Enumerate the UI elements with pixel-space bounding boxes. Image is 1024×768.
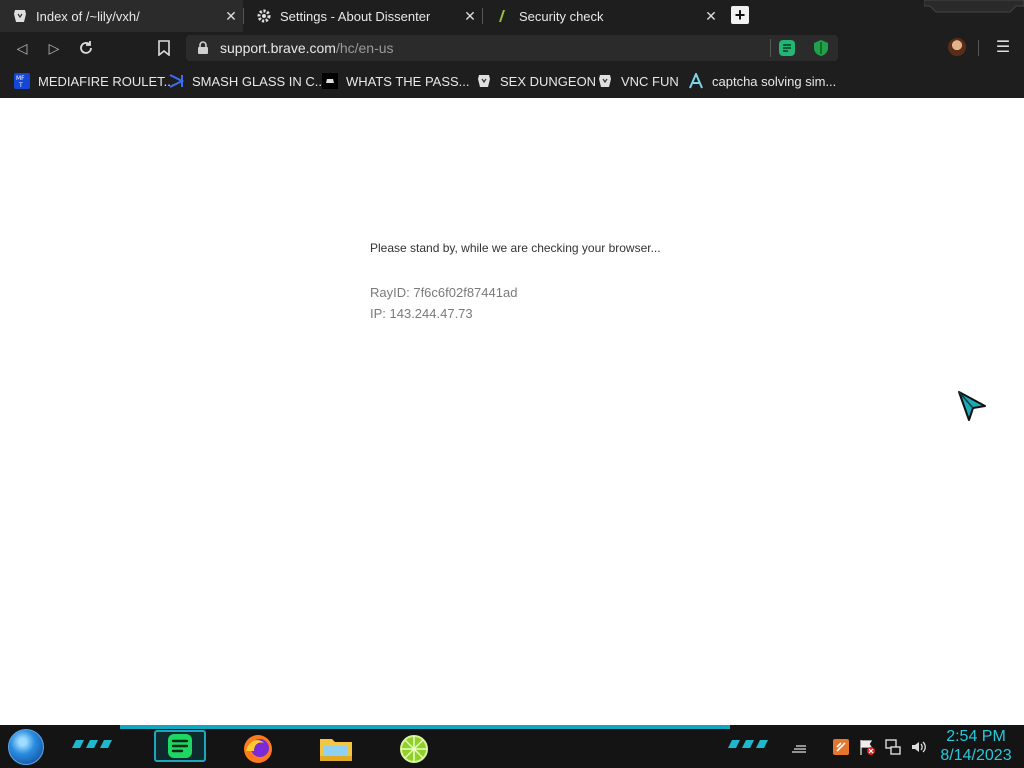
close-icon[interactable]: ✕ [462, 8, 478, 24]
tab-title: Security check [519, 8, 604, 24]
tab-title: Settings - About Dissenter [280, 8, 431, 24]
system-tray [790, 733, 928, 761]
profile-avatar[interactable] [948, 38, 966, 56]
brave-lion-icon [478, 75, 490, 87]
brave-lion-icon [599, 75, 611, 87]
back-button[interactable]: ◁ [12, 38, 32, 58]
clock-date: 8/14/2023 [940, 747, 1012, 764]
bookmark-label: VNC FUN [621, 73, 679, 89]
bookmarks-bar: MF T MEDIAFIRE ROULET... SMASH GLASS IN C… [0, 64, 1024, 98]
tray-stripes-icon[interactable] [790, 738, 808, 756]
spotify-icon [168, 734, 192, 758]
firefox-icon[interactable] [238, 731, 278, 765]
bookmark-label: captcha solving sim... [712, 73, 837, 89]
taskbar-chevron-decoration [728, 740, 768, 748]
taskbar-clock[interactable]: 2:54 PM 8/14/2023 [934, 727, 1018, 765]
arrow-logo-icon [689, 73, 703, 89]
svg-text:MF: MF [16, 75, 25, 82]
reload-button[interactable] [76, 38, 96, 58]
shield-icon[interactable] [812, 39, 830, 57]
taskbar-chevron-decoration [72, 740, 112, 748]
reload-icon [80, 41, 92, 54]
bookmark-whats-the-pass[interactable]: WHATS THE PASS... [322, 71, 470, 91]
window-frame-decoration [924, 0, 1024, 13]
standby-message: Please stand by, while we are checking y… [370, 241, 661, 255]
ip-address: IP: 143.244.47.73 [370, 306, 473, 321]
brave-lion-icon [12, 8, 28, 24]
lime-app-icon[interactable] [394, 731, 434, 765]
bookmark-label: WHATS THE PASS... [346, 73, 470, 89]
bookmark-label: SEX DUNGEON [500, 73, 597, 89]
taskbar-app-spotify[interactable] [154, 730, 206, 762]
tab-security-check[interactable]: Security check ✕ [483, 0, 723, 32]
tab-strip: Index of /~lily/vxh/ ✕ Settings - About … [0, 0, 1024, 32]
url-text: support.brave.com/hc/en-us [220, 40, 394, 56]
menu-button[interactable]: ☰ [994, 38, 1012, 58]
svg-text:T: T [18, 82, 23, 89]
chat-extension-icon[interactable] [778, 39, 796, 57]
bookmark-mediafire[interactable]: MF T MEDIAFIRE ROULET... [14, 71, 175, 91]
vscode-icon [169, 74, 184, 88]
bookmark-sex-dungeon[interactable]: SEX DUNGEON [476, 71, 596, 91]
bookmark-icon [158, 40, 170, 57]
taskbar-glow [120, 725, 730, 729]
bookmark-label: SMASH GLASS IN C... [192, 73, 326, 89]
tab-index[interactable]: Index of /~lily/vxh/ ✕ [0, 0, 243, 32]
bookmark-smash-glass[interactable]: SMASH GLASS IN C... [168, 71, 326, 91]
taskbar: 2:54 PM 8/14/2023 [0, 725, 1024, 768]
clock-time: 2:54 PM [946, 728, 1006, 745]
volume-icon[interactable] [910, 738, 928, 756]
lock-icon [198, 41, 208, 54]
close-icon[interactable]: ✕ [223, 8, 239, 24]
network-icon[interactable] [884, 738, 902, 756]
forward-button[interactable]: ▷ [44, 38, 64, 58]
new-tab-button[interactable]: + [731, 6, 749, 24]
site-icon [322, 73, 338, 89]
toolbar-divider [978, 40, 979, 56]
tray-app-icon[interactable] [832, 738, 850, 756]
browser-toolbar: ◁ ▷ support.brave.com/hc/en-us [0, 32, 1024, 64]
url-host: support.brave.com [220, 40, 336, 56]
page-content: Please stand by, while we are checking y… [0, 98, 1024, 725]
mouse-cursor-icon [958, 391, 986, 421]
action-center-flag-icon[interactable] [858, 738, 876, 756]
close-icon[interactable]: ✕ [703, 8, 719, 24]
gear-icon [256, 8, 272, 24]
bookmark-captcha[interactable]: captcha solving sim... [688, 71, 836, 91]
omnibox-divider [770, 39, 771, 57]
url-path: /hc/en-us [335, 40, 394, 56]
tab-settings[interactable]: Settings - About Dissenter ✕ [244, 0, 482, 32]
start-button[interactable] [8, 729, 44, 765]
file-explorer-icon[interactable] [316, 731, 356, 765]
mediafire-icon: MFT [14, 73, 30, 89]
bookmark-vnc-fun[interactable]: VNC FUN [597, 71, 679, 91]
leaf-icon [495, 8, 511, 24]
tab-title: Index of /~lily/vxh/ [36, 8, 140, 24]
ray-id: RayID: 7f6c6f02f87441ad [370, 285, 518, 300]
bookmark-label: MEDIAFIRE ROULET... [38, 73, 175, 89]
bookmark-button[interactable] [154, 38, 174, 58]
address-bar[interactable]: support.brave.com/hc/en-us [186, 35, 838, 61]
